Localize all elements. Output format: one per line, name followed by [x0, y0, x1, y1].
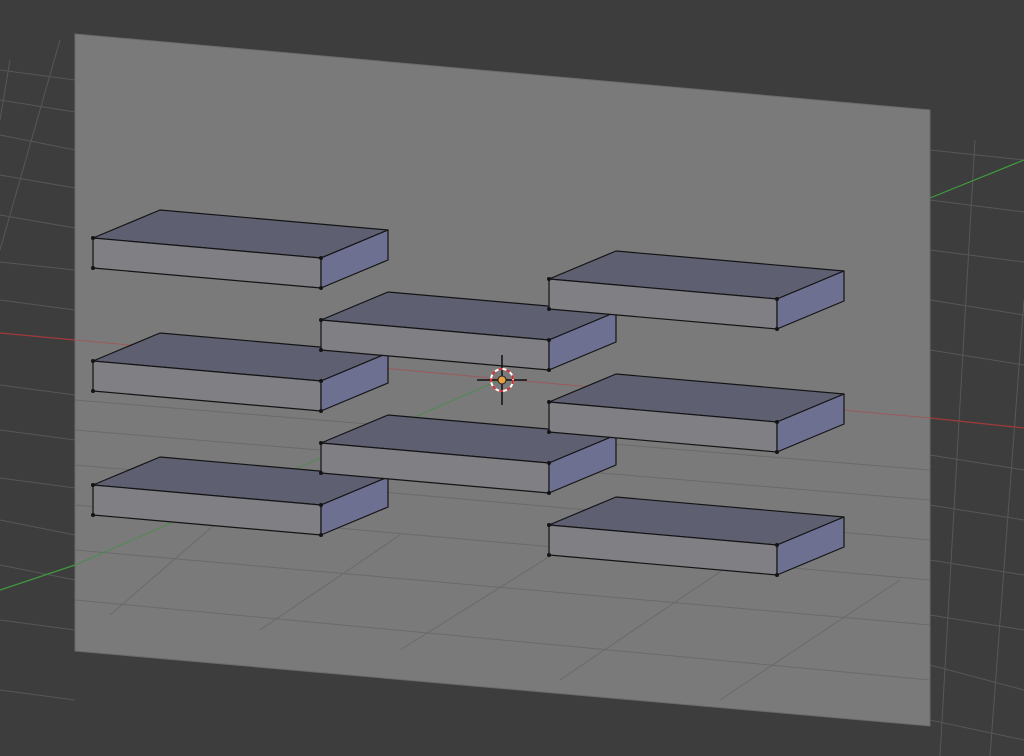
box-vertex — [547, 277, 551, 281]
box-vertex — [319, 533, 323, 537]
box-vertex — [547, 430, 551, 434]
box-vertex — [775, 297, 779, 301]
box-vertex — [547, 400, 551, 404]
box-vertex — [775, 573, 779, 577]
box-vertex — [91, 266, 95, 270]
box-vertex — [775, 543, 779, 547]
box-vertex — [547, 491, 551, 495]
box-vertex — [91, 359, 95, 363]
box-vertex — [775, 450, 779, 454]
box-vertex — [319, 471, 323, 475]
box-vertex — [319, 441, 323, 445]
box-vertex — [547, 553, 551, 557]
box-vertex — [775, 420, 779, 424]
box-vertex — [319, 286, 323, 290]
box-vertex — [319, 318, 323, 322]
box-vertex — [547, 307, 551, 311]
3d-viewport[interactable] — [0, 0, 1024, 756]
box-vertex — [775, 327, 779, 331]
box-vertex — [547, 461, 551, 465]
box-vertex — [91, 513, 95, 517]
box-vertex — [91, 389, 95, 393]
box-vertex — [547, 523, 551, 527]
box-vertex — [547, 368, 551, 372]
box-vertex — [319, 256, 323, 260]
box-vertex — [319, 379, 323, 383]
box-vertex — [91, 236, 95, 240]
box-vertex — [319, 503, 323, 507]
box-vertex — [91, 483, 95, 487]
box-vertex — [319, 348, 323, 352]
box-vertex — [319, 409, 323, 413]
box-vertex — [547, 338, 551, 342]
